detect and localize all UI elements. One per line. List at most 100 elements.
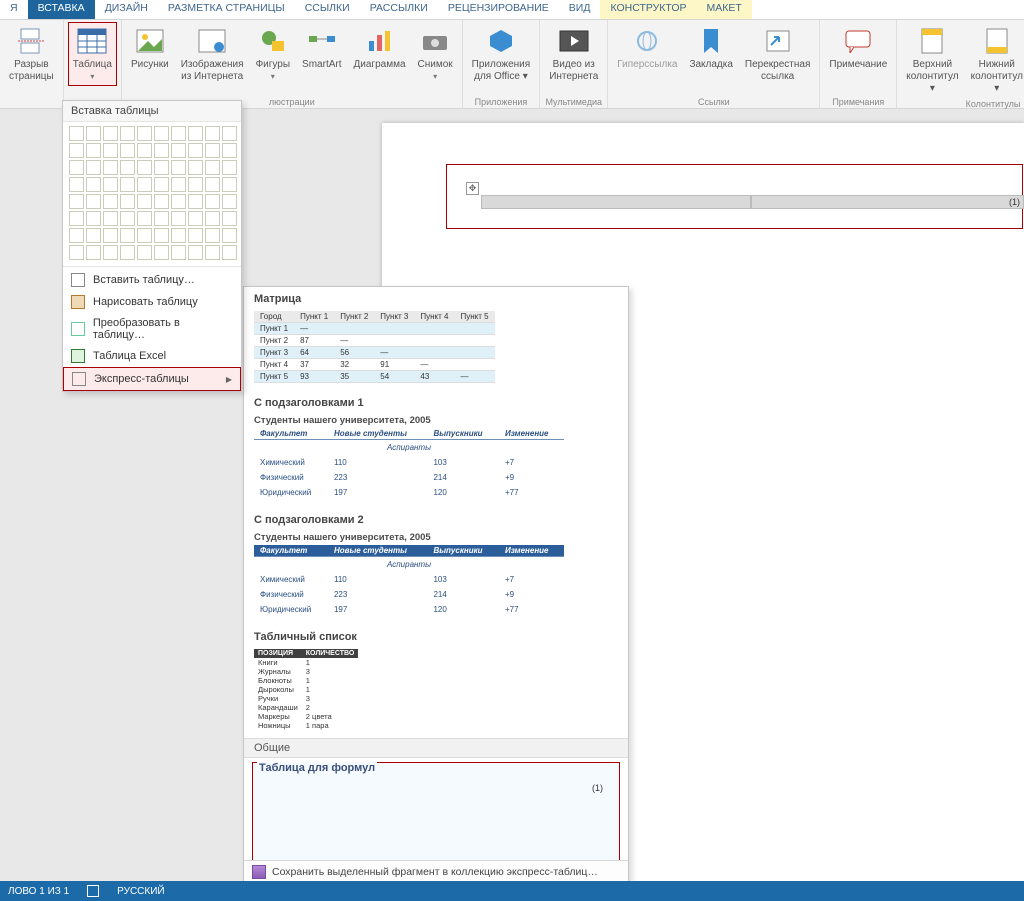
grid-cell[interactable]	[154, 228, 169, 243]
grid-cell[interactable]	[120, 177, 135, 192]
tab-design[interactable]: ДИЗАЙН	[95, 0, 158, 19]
grid-cell[interactable]	[120, 143, 135, 158]
grid-cell[interactable]	[86, 160, 101, 175]
tab-home-partial[interactable]: Я	[0, 0, 28, 19]
grid-cell[interactable]	[205, 194, 220, 209]
grid-cell[interactable]	[205, 211, 220, 226]
grid-cell[interactable]	[222, 177, 237, 192]
grid-cell[interactable]	[86, 245, 101, 260]
grid-cell[interactable]	[222, 143, 237, 158]
grid-cell[interactable]	[222, 228, 237, 243]
grid-cell[interactable]	[86, 194, 101, 209]
table-button[interactable]: Таблица ▾	[68, 22, 117, 86]
grid-cell[interactable]	[120, 228, 135, 243]
footer-button[interactable]: Нижний колонтитул ▾	[966, 22, 1024, 98]
table-cell-2[interactable]: (1)	[751, 195, 1024, 209]
grid-cell[interactable]	[103, 126, 118, 141]
status-word-count[interactable]: ЛОВО 1 ИЗ 1	[8, 886, 69, 897]
grid-cell[interactable]	[137, 211, 152, 226]
grid-cell[interactable]	[188, 126, 203, 141]
tab-table-design[interactable]: КОНСТРУКТОР	[600, 0, 696, 19]
menu-excel-table[interactable]: Таблица Excel	[63, 345, 241, 367]
tab-insert[interactable]: ВСТАВКА	[28, 0, 95, 19]
grid-cell[interactable]	[154, 245, 169, 260]
menu-convert-text[interactable]: Преобразовать в таблицу…	[63, 313, 241, 345]
grid-cell[interactable]	[171, 177, 186, 192]
tab-mailings[interactable]: РАССЫЛКИ	[360, 0, 438, 19]
tab-view[interactable]: ВИД	[559, 0, 601, 19]
grid-cell[interactable]	[69, 245, 84, 260]
comment-button[interactable]: Примечание	[824, 22, 892, 74]
grid-cell[interactable]	[120, 211, 135, 226]
grid-cell[interactable]	[69, 211, 84, 226]
grid-cell[interactable]	[103, 177, 118, 192]
grid-cell[interactable]	[103, 211, 118, 226]
online-pictures-button[interactable]: Изображения из Интернета	[176, 22, 249, 86]
smartart-button[interactable]: SmartArt	[297, 22, 346, 86]
grid-cell[interactable]	[154, 160, 169, 175]
grid-cell[interactable]	[188, 194, 203, 209]
grid-cell[interactable]	[103, 143, 118, 158]
spellcheck-icon[interactable]	[87, 885, 99, 897]
grid-cell[interactable]	[69, 126, 84, 141]
grid-cell[interactable]	[154, 194, 169, 209]
screenshot-button[interactable]: Снимок▾	[413, 22, 458, 86]
menu-insert-table[interactable]: Вставить таблицу…	[63, 269, 241, 291]
grid-cell[interactable]	[188, 245, 203, 260]
document-table[interactable]: (1)	[481, 195, 1024, 209]
bookmark-button[interactable]: Закладка	[684, 22, 737, 86]
preview-formula-table[interactable]: Таблица для формул (1)	[252, 762, 620, 860]
grid-cell[interactable]	[188, 143, 203, 158]
apps-button[interactable]: Приложения для Office ▾	[467, 22, 536, 86]
tab-review[interactable]: РЕЦЕНЗИРОВАНИЕ	[438, 0, 559, 19]
header-button[interactable]: Верхний колонтитул ▾	[901, 22, 963, 98]
preview-list[interactable]: ПОЗИЦИЯКОЛИЧЕСТВО Книги1 Журналы3 Блокно…	[254, 649, 618, 730]
grid-cell[interactable]	[205, 160, 220, 175]
grid-cell[interactable]	[86, 143, 101, 158]
grid-cell[interactable]	[171, 126, 186, 141]
grid-cell[interactable]	[171, 211, 186, 226]
tab-page-layout[interactable]: РАЗМЕТКА СТРАНИЦЫ	[158, 0, 295, 19]
table-move-handle[interactable]: ✥	[466, 182, 479, 195]
grid-cell[interactable]	[137, 194, 152, 209]
grid-cell[interactable]	[103, 245, 118, 260]
chart-button[interactable]: Диаграмма	[349, 22, 411, 86]
grid-cell[interactable]	[69, 160, 84, 175]
preview-sub2[interactable]: Студенты нашего университета, 2005 Факул…	[254, 532, 618, 617]
grid-cell[interactable]	[171, 143, 186, 158]
grid-cell[interactable]	[171, 245, 186, 260]
grid-cell[interactable]	[188, 160, 203, 175]
grid-cell[interactable]	[222, 245, 237, 260]
quick-tables-scroll[interactable]: Матрица ГородПункт 1Пункт 2Пункт 3Пункт …	[244, 287, 628, 860]
grid-cell[interactable]	[222, 160, 237, 175]
grid-cell[interactable]	[154, 126, 169, 141]
menu-quick-tables[interactable]: Экспресс-таблицы▶	[63, 367, 241, 391]
grid-cell[interactable]	[171, 160, 186, 175]
grid-cell[interactable]	[86, 228, 101, 243]
grid-cell[interactable]	[103, 160, 118, 175]
grid-cell[interactable]	[86, 177, 101, 192]
pictures-button[interactable]: Рисунки	[126, 22, 174, 86]
grid-cell[interactable]	[205, 143, 220, 158]
grid-cell[interactable]	[205, 228, 220, 243]
menu-draw-table[interactable]: Нарисовать таблицу	[63, 291, 241, 313]
grid-cell[interactable]	[188, 211, 203, 226]
grid-cell[interactable]	[188, 228, 203, 243]
grid-cell[interactable]	[154, 177, 169, 192]
online-video-button[interactable]: Видео из Интернета	[544, 22, 603, 86]
grid-cell[interactable]	[222, 211, 237, 226]
table-cell-1[interactable]	[481, 195, 751, 209]
grid-cell[interactable]	[69, 177, 84, 192]
shapes-button[interactable]: Фигуры▾	[251, 22, 295, 86]
preview-sub1[interactable]: Студенты нашего университета, 2005 Факул…	[254, 415, 618, 500]
status-language[interactable]: РУССКИЙ	[117, 886, 164, 897]
grid-cell[interactable]	[137, 160, 152, 175]
grid-cell[interactable]	[120, 160, 135, 175]
grid-cell[interactable]	[222, 194, 237, 209]
grid-cell[interactable]	[103, 194, 118, 209]
grid-cell[interactable]	[137, 126, 152, 141]
grid-cell[interactable]	[103, 228, 118, 243]
grid-cell[interactable]	[188, 177, 203, 192]
grid-cell[interactable]	[205, 126, 220, 141]
grid-cell[interactable]	[120, 126, 135, 141]
